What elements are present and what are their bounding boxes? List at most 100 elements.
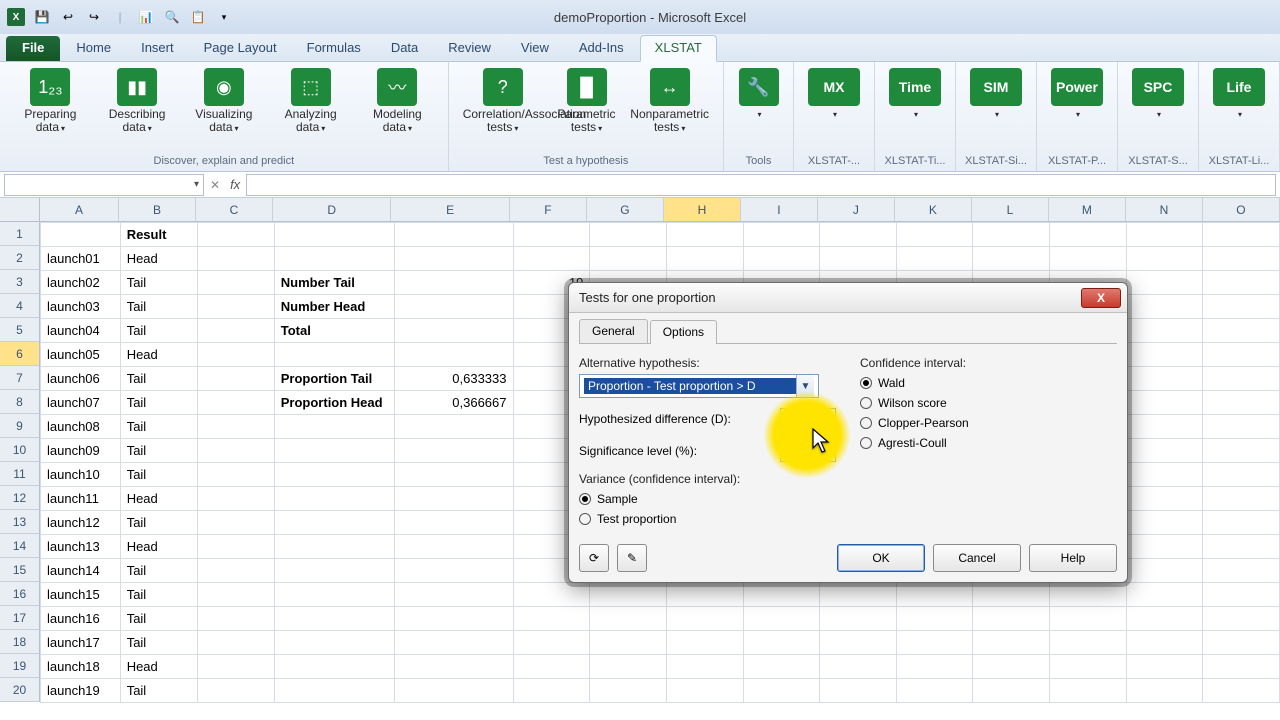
cell-B20[interactable]: Tail: [120, 679, 197, 703]
select-alt-hypothesis[interactable]: Proportion - Test proportion > D ▼: [579, 374, 819, 398]
cell-E8[interactable]: 0,366667: [394, 391, 513, 415]
col-header-G[interactable]: G: [587, 198, 664, 221]
cell-B17[interactable]: Tail: [120, 607, 197, 631]
col-header-D[interactable]: D: [273, 198, 391, 221]
cell-A18[interactable]: launch17: [41, 631, 121, 655]
cell-F18[interactable]: [513, 631, 590, 655]
excel-icon[interactable]: X: [4, 5, 28, 29]
qat-btn-1[interactable]: 📊: [134, 5, 158, 29]
cell-C13[interactable]: [198, 511, 275, 535]
cell-L18[interactable]: [973, 631, 1050, 655]
cell-L16[interactable]: [973, 583, 1050, 607]
cell-B6[interactable]: Head: [120, 343, 197, 367]
cell-A16[interactable]: launch15: [41, 583, 121, 607]
col-header-J[interactable]: J: [818, 198, 895, 221]
cell-A10[interactable]: launch09: [41, 439, 121, 463]
row-header-3[interactable]: 3: [0, 270, 39, 294]
col-header-B[interactable]: B: [119, 198, 196, 221]
cell-O16[interactable]: [1203, 583, 1280, 607]
cell-N13[interactable]: [1126, 511, 1203, 535]
cell-C14[interactable]: [198, 535, 275, 559]
cell-B7[interactable]: Tail: [120, 367, 197, 391]
qat-dropdown-icon[interactable]: ▾: [212, 5, 236, 29]
cell-E20[interactable]: [394, 679, 513, 703]
btn-visualizing-data[interactable]: ◉Visualizing data▾: [182, 66, 267, 136]
cell-B16[interactable]: Tail: [120, 583, 197, 607]
help-button[interactable]: Help: [1029, 544, 1117, 572]
cell-K1[interactable]: [896, 223, 973, 247]
cell-A4[interactable]: launch03: [41, 295, 121, 319]
qat-btn-2[interactable]: 🔍: [160, 5, 184, 29]
cell-D3[interactable]: Number Tail: [274, 271, 394, 295]
cell-D19[interactable]: [274, 655, 394, 679]
cell-H18[interactable]: [667, 631, 744, 655]
cell-C19[interactable]: [198, 655, 275, 679]
row-header-5[interactable]: 5: [0, 318, 39, 342]
cell-C16[interactable]: [198, 583, 275, 607]
cell-I16[interactable]: [743, 583, 820, 607]
cell-D5[interactable]: Total: [274, 319, 394, 343]
cell-O9[interactable]: [1203, 415, 1280, 439]
row-header-12[interactable]: 12: [0, 486, 39, 510]
dialog-tab-options[interactable]: Options: [650, 320, 717, 344]
cell-M20[interactable]: [1050, 679, 1127, 703]
cell-O18[interactable]: [1203, 631, 1280, 655]
cell-F2[interactable]: [513, 247, 590, 271]
cell-B18[interactable]: Tail: [120, 631, 197, 655]
cell-D8[interactable]: Proportion Head: [274, 391, 394, 415]
cell-O6[interactable]: [1203, 343, 1280, 367]
cell-O19[interactable]: [1203, 655, 1280, 679]
cell-C1[interactable]: [198, 223, 275, 247]
col-header-O[interactable]: O: [1203, 198, 1280, 221]
cell-N5[interactable]: [1126, 319, 1203, 343]
cell-D7[interactable]: Proportion Tail: [274, 367, 394, 391]
cell-B15[interactable]: Tail: [120, 559, 197, 583]
col-header-N[interactable]: N: [1126, 198, 1203, 221]
formula-input[interactable]: [246, 174, 1276, 196]
cell-N17[interactable]: [1126, 607, 1203, 631]
cell-D1[interactable]: [274, 223, 394, 247]
cell-G16[interactable]: [590, 583, 667, 607]
cell-J20[interactable]: [820, 679, 897, 703]
cell-O2[interactable]: [1203, 247, 1280, 271]
btn-analyzing-data[interactable]: ⬚Analyzing data▾: [268, 66, 353, 136]
btn-describing-data[interactable]: ▮▮Describing data▾: [95, 66, 180, 136]
cell-O11[interactable]: [1203, 463, 1280, 487]
cell-O5[interactable]: [1203, 319, 1280, 343]
cell-O4[interactable]: [1203, 295, 1280, 319]
cell-B14[interactable]: Head: [120, 535, 197, 559]
cell-A1[interactable]: [41, 223, 121, 247]
cell-J1[interactable]: [820, 223, 897, 247]
cell-C2[interactable]: [198, 247, 275, 271]
cell-A2[interactable]: launch01: [41, 247, 121, 271]
refresh-icon[interactable]: ⟳: [579, 544, 609, 572]
cell-D4[interactable]: Number Head: [274, 295, 394, 319]
cell-L19[interactable]: [973, 655, 1050, 679]
cell-A3[interactable]: launch02: [41, 271, 121, 295]
cell-F19[interactable]: [513, 655, 590, 679]
cell-E5[interactable]: [394, 319, 513, 343]
cell-H20[interactable]: [667, 679, 744, 703]
cell-I18[interactable]: [743, 631, 820, 655]
cell-O7[interactable]: [1203, 367, 1280, 391]
cell-O10[interactable]: [1203, 439, 1280, 463]
cell-E15[interactable]: [394, 559, 513, 583]
cell-F20[interactable]: [513, 679, 590, 703]
cell-E19[interactable]: [394, 655, 513, 679]
row-header-20[interactable]: 20: [0, 678, 39, 702]
cell-C11[interactable]: [198, 463, 275, 487]
cell-E17[interactable]: [394, 607, 513, 631]
cell-C10[interactable]: [198, 439, 275, 463]
cell-N4[interactable]: [1126, 295, 1203, 319]
qat-btn-3[interactable]: 📋: [186, 5, 210, 29]
cell-E2[interactable]: [394, 247, 513, 271]
cell-M16[interactable]: [1050, 583, 1127, 607]
col-header-F[interactable]: F: [510, 198, 587, 221]
tab-file[interactable]: File: [6, 36, 60, 61]
cell-A19[interactable]: launch18: [41, 655, 121, 679]
cell-D13[interactable]: [274, 511, 394, 535]
cell-L1[interactable]: [973, 223, 1050, 247]
row-header-15[interactable]: 15: [0, 558, 39, 582]
fx-icon[interactable]: fx: [230, 177, 240, 192]
cell-N9[interactable]: [1126, 415, 1203, 439]
